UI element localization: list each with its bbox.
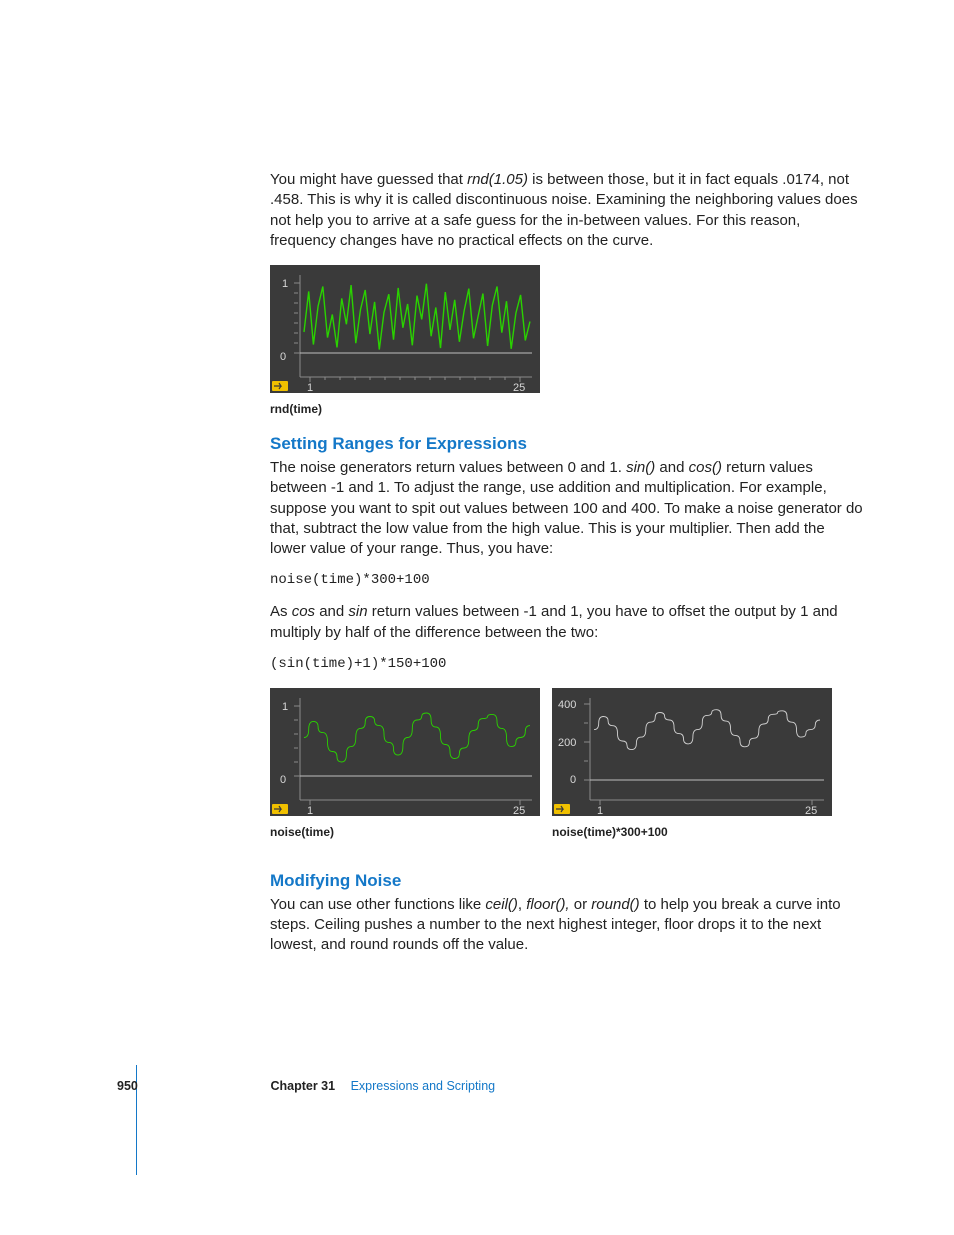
text: or: [570, 896, 592, 913]
chapter-title: Expressions and Scripting: [351, 1079, 496, 1093]
svg-text:1: 1: [307, 805, 313, 816]
svg-text:25: 25: [513, 382, 525, 393]
svg-text:0: 0: [280, 774, 286, 786]
chart-noise: 1 0 1 25: [270, 688, 540, 816]
text: You might have guessed that: [270, 171, 467, 188]
code-block-1: noise(time)*300+100: [270, 571, 864, 590]
inline-code: sin(): [626, 459, 655, 476]
intro-paragraph: You might have guessed that rnd(1.05) is…: [270, 170, 864, 251]
inline-code: sin: [348, 603, 367, 620]
text: ,: [518, 896, 526, 913]
inline-code: ceil(): [485, 896, 518, 913]
text: You can use other functions like: [270, 896, 485, 913]
svg-text:25: 25: [513, 805, 525, 816]
modify-paragraph: You can use other functions like ceil(),…: [270, 895, 864, 956]
chart-pair: 1 0 1 25: [270, 688, 864, 854]
svg-text:400: 400: [558, 699, 576, 711]
code-block-2: (sin(time)+1)*150+100: [270, 655, 864, 674]
text: As: [270, 603, 292, 620]
page-footer: 950 Chapter 31 Expressions and Scripting: [0, 1078, 954, 1095]
cos-paragraph: As cos and sin return values between -1 …: [270, 602, 864, 643]
chart-rnd-caption: rnd(time): [270, 401, 864, 417]
text: and: [655, 459, 688, 476]
heading-ranges: Setting Ranges for Expressions: [270, 433, 864, 456]
chart-noise-scaled: 400 200 0 1 25: [552, 688, 832, 816]
svg-text:25: 25: [805, 805, 817, 816]
svg-text:0: 0: [280, 351, 286, 363]
chart-rnd: 1 0: [270, 265, 540, 393]
inline-code: cos: [292, 603, 315, 620]
inline-code: cos(): [689, 459, 722, 476]
chart-rnd-wrap: 1 0: [270, 265, 864, 393]
svg-text:1: 1: [282, 701, 288, 713]
svg-text:200: 200: [558, 737, 576, 749]
chart-noise-caption: noise(time): [270, 824, 540, 840]
inline-code: floor(),: [526, 896, 569, 913]
svg-text:0: 0: [570, 774, 576, 786]
ranges-paragraph: The noise generators return values betwe…: [270, 458, 864, 559]
inline-code: round(): [591, 896, 639, 913]
svg-text:1: 1: [307, 382, 313, 393]
heading-modify: Modifying Noise: [270, 870, 864, 893]
chart-noise-scaled-caption: noise(time)*300+100: [552, 824, 832, 840]
chapter-label: Chapter 31: [270, 1079, 335, 1093]
text: The noise generators return values betwe…: [270, 459, 626, 476]
inline-code: rnd(1.05): [467, 171, 528, 188]
text: and: [315, 603, 348, 620]
svg-text:1: 1: [597, 805, 603, 816]
page-number: 950: [117, 1078, 267, 1095]
svg-text:1: 1: [282, 278, 288, 290]
